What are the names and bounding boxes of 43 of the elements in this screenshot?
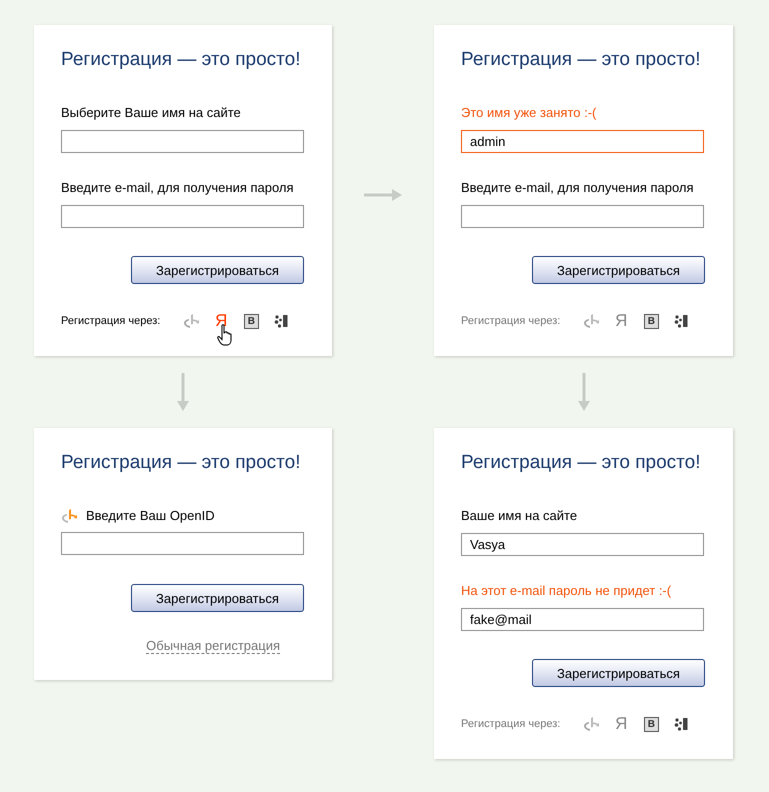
field-label: Введите e-mail, для получения пароля	[61, 180, 294, 196]
input-field[interactable]	[61, 130, 304, 153]
input-field[interactable]: fake@mail	[461, 608, 704, 631]
down-arrow-icon	[177, 373, 189, 411]
input-field[interactable]	[61, 532, 304, 555]
register-button[interactable]: Зарегистрироваться	[532, 659, 705, 687]
down-arrow-icon	[578, 373, 590, 411]
error-message: Это имя уже занято :-(	[461, 105, 596, 121]
register-button[interactable]: Зарегистрироваться	[532, 256, 705, 284]
openid-icon[interactable]	[182, 313, 200, 329]
social-login-label: Регистрация через:	[61, 315, 160, 327]
social-login-label: Регистрация через:	[461, 718, 560, 730]
openid-icon	[60, 508, 78, 524]
input-field[interactable]: admin	[461, 130, 704, 153]
people-icon[interactable]	[674, 314, 688, 328]
field-label: Введите e-mail, для получения пароля	[461, 180, 694, 196]
people-icon[interactable]	[274, 314, 288, 328]
vk-link[interactable]: B	[244, 314, 259, 328]
field-label: Введите Ваш OpenID	[86, 508, 215, 524]
right-arrow-icon	[364, 188, 402, 200]
form-title: Регистрация — это просто!	[61, 452, 302, 474]
field-label: Выберите Ваше имя на сайте	[61, 105, 241, 121]
social-login-label: Регистрация через:	[461, 315, 560, 327]
form-title: Регистрация — это просто!	[461, 452, 702, 474]
form-title: Регистрация — это просто!	[461, 49, 702, 71]
people-icon[interactable]	[674, 717, 688, 731]
input-field[interactable]	[461, 205, 704, 228]
yandex-link[interactable]: Я	[615, 715, 628, 733]
hand-cursor-icon	[217, 324, 234, 346]
vk-link[interactable]: B	[644, 314, 659, 328]
input-field[interactable]	[61, 205, 304, 228]
openid-icon[interactable]	[582, 313, 600, 329]
input-field[interactable]: Vasya	[461, 533, 704, 556]
vk-link[interactable]: B	[644, 716, 659, 732]
register-button[interactable]: Зарегистрироваться	[131, 584, 304, 612]
openid-icon[interactable]	[582, 716, 600, 732]
register-button[interactable]: Зарегистрироваться	[131, 256, 304, 284]
yandex-link[interactable]: Я	[215, 312, 228, 330]
yandex-link[interactable]: Я	[615, 312, 628, 330]
error-message: На этот e-mail пароль не придет :-(	[461, 583, 672, 599]
field-label: Ваше имя на сайте	[461, 508, 578, 524]
form-title: Регистрация — это просто!	[61, 49, 302, 71]
regular-signup-link[interactable]: Обычная регистрация	[146, 638, 280, 654]
